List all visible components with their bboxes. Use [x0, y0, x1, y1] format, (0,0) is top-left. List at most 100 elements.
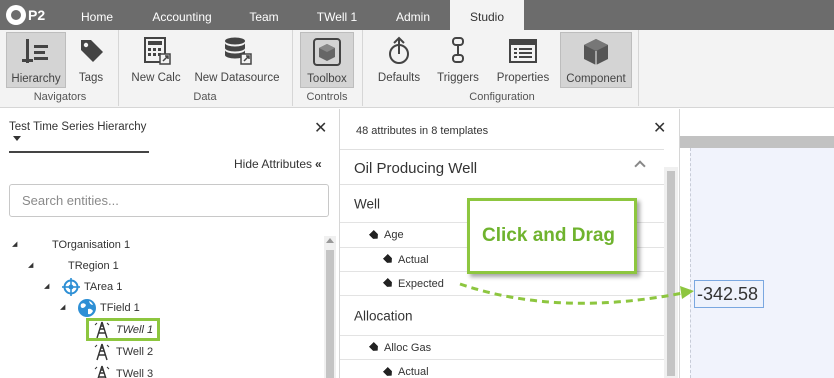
triggers-button[interactable]: Triggers [432, 32, 484, 88]
hierarchy-button[interactable]: Hierarchy [6, 32, 66, 88]
attribute-label: Actual [398, 253, 429, 266]
caret-down-icon [13, 136, 21, 142]
callout-text: Click and Drag [482, 225, 616, 246]
attribute-label: Alloc Gas [384, 341, 432, 354]
data-group-label: Data [193, 91, 217, 103]
selected-node-highlight [86, 318, 160, 341]
nav-tab-team[interactable]: Team [234, 0, 294, 30]
canvas-ruler [680, 136, 834, 148]
defaults-label: Defaults [377, 72, 421, 84]
ribbon-toolbar: Hierarchy Tags New Calc New Datasource N… [0, 30, 834, 108]
template-title: Oil Producing Well [354, 160, 478, 177]
top-nav-bar: P2 Home Accounting Team TWell 1 Admin St… [0, 0, 834, 30]
triggers-icon [452, 37, 464, 63]
hierarchy-dropdown-value: Test Time Series Hierarchy [9, 121, 147, 133]
nav-tab-admin[interactable]: Admin [380, 0, 446, 30]
new-datasource-label: New Datasource [194, 72, 280, 84]
attribute-label: Expected [398, 277, 444, 290]
p2-logo[interactable]: P2 [6, 4, 45, 26]
section-title: Allocation [354, 308, 413, 323]
attribute-row-alloc-gas[interactable]: Alloc Gas [340, 336, 664, 360]
value-component[interactable]: -342.58 [694, 280, 764, 308]
tag-icon [383, 278, 394, 289]
globe-icon [78, 299, 96, 317]
new-datasource-button[interactable]: New Datasource [194, 32, 280, 88]
tree-node-label: TArea 1 [84, 281, 123, 293]
tree-node-label: TWell 3 [116, 368, 154, 378]
target-icon [62, 278, 80, 296]
attribute-row-actual-2[interactable]: Actual [340, 360, 664, 378]
well-icon [94, 343, 110, 361]
hierarchy-icon [22, 39, 48, 63]
hierarchy-label: Hierarchy [11, 73, 61, 85]
tree-scrollbar[interactable] [324, 236, 336, 378]
tag-icon [383, 366, 394, 377]
database-icon [225, 37, 252, 65]
scroll-up-icon[interactable] [326, 238, 334, 243]
logo-text: P2 [28, 7, 46, 23]
expand-triangle-icon[interactable]: ◢ [12, 235, 17, 255]
toolbox-label: Toolbox [307, 73, 347, 85]
hierarchy-dropdown[interactable]: Test Time Series Hierarchy [9, 121, 149, 153]
nav-tab-studio[interactable]: Studio [450, 0, 524, 30]
ribbon-separator [292, 30, 293, 106]
new-calc-button[interactable]: New Calc [128, 32, 184, 88]
section-title: Well [354, 196, 381, 211]
close-icon[interactable]: ✕ [653, 118, 666, 138]
close-icon[interactable]: ✕ [314, 118, 327, 138]
nav-tab-accounting[interactable]: Accounting [140, 0, 224, 30]
controls-group-label: Controls [306, 91, 348, 103]
tree-node-label: TRegion 1 [68, 260, 119, 272]
hide-attributes-button[interactable]: Hide Attributes « [234, 157, 322, 171]
template-header[interactable]: Oil Producing Well [340, 149, 664, 185]
well-icon [94, 365, 110, 378]
expand-triangle-icon[interactable]: ◢ [60, 298, 65, 318]
calculator-icon [144, 37, 171, 65]
toolbox-icon [313, 38, 341, 66]
chevron-up-icon[interactable] [634, 160, 646, 172]
component-label: Component [566, 73, 626, 85]
ribbon-separator [118, 30, 119, 106]
tag-icon [369, 342, 380, 353]
defaults-icon [389, 36, 409, 64]
component-button[interactable]: Component [560, 32, 632, 88]
configuration-group-label: Configuration [469, 91, 535, 103]
tree-node-label: TField 1 [100, 302, 140, 314]
tags-button[interactable]: Tags [70, 32, 112, 88]
new-calc-label: New Calc [131, 72, 181, 84]
double-chevron-left-icon: « [315, 157, 322, 171]
component-icon [584, 39, 608, 65]
attribute-label: Actual [398, 366, 429, 378]
ribbon-separator [638, 30, 639, 106]
tree-node-label: TWell 2 [116, 346, 154, 358]
scrollbar-thumb[interactable] [326, 250, 334, 378]
ribbon-separator [362, 30, 363, 106]
properties-icon [509, 39, 537, 63]
design-canvas[interactable] [690, 148, 834, 378]
navigators-group-label: Navigators [33, 91, 87, 103]
logo-mark-icon [6, 5, 26, 25]
properties-button[interactable]: Properties [492, 32, 554, 88]
hierarchy-panel: Test Time Series Hierarchy ✕ Hide Attrib… [0, 109, 340, 378]
expand-triangle-icon[interactable]: ◢ [44, 277, 49, 297]
defaults-button[interactable]: Defaults [372, 32, 426, 88]
scrollbar-thumb[interactable] [667, 171, 675, 376]
design-canvas-area [680, 109, 834, 378]
nav-tab-home[interactable]: Home [62, 0, 132, 30]
search-entities-input[interactable] [9, 184, 329, 217]
attribute-summary: 48 attributes in 8 templates [356, 125, 489, 137]
tree-node-label: TOrganisation 1 [52, 239, 131, 251]
triggers-label: Triggers [437, 72, 479, 84]
attributes-scrollbar[interactable] [664, 167, 678, 378]
expand-triangle-icon[interactable]: ◢ [28, 256, 33, 276]
nav-tab-twell-1[interactable]: TWell 1 [304, 0, 370, 30]
click-and-drag-callout: Click and Drag [467, 198, 637, 274]
tag-icon [81, 40, 103, 62]
tags-label: Tags [78, 72, 104, 84]
hide-attributes-label: Hide Attributes [234, 157, 313, 171]
toolbox-button[interactable]: Toolbox [300, 32, 354, 88]
attribute-label: Age [384, 229, 404, 241]
attribute-row-expected[interactable]: Expected [340, 272, 664, 296]
section-allocation[interactable]: Allocation [340, 296, 664, 336]
tag-icon [369, 229, 380, 240]
